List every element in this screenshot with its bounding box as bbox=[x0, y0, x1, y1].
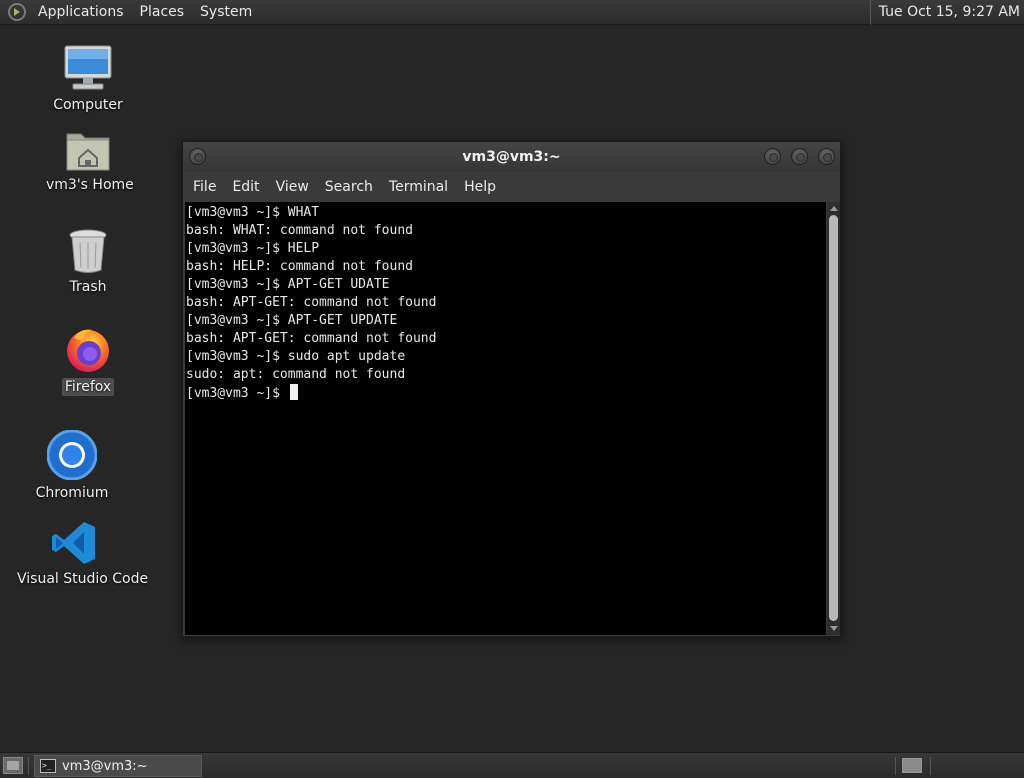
show-desktop-icon[interactable] bbox=[3, 757, 23, 774]
terminal-output[interactable]: [vm3@vm3 ~]$ WHAT bash: WHAT: command no… bbox=[185, 202, 826, 635]
terminal-scrollbar[interactable] bbox=[827, 202, 840, 635]
desktop-icon-vscode[interactable]: Visual Studio Code bbox=[14, 520, 148, 588]
menu-file[interactable]: File bbox=[185, 172, 224, 202]
computer-icon bbox=[63, 44, 113, 92]
terminal-line: [vm3@vm3 ~]$ sudo apt update bbox=[186, 349, 406, 364]
panel-divider bbox=[930, 757, 931, 775]
terminal-icon: >_ bbox=[40, 759, 56, 773]
menu-help[interactable]: Help bbox=[456, 172, 504, 202]
panel-divider bbox=[28, 757, 29, 775]
window-titlebar[interactable]: vm3@vm3:~ bbox=[183, 142, 840, 172]
vscode-icon bbox=[51, 520, 97, 566]
clock[interactable]: Tue Oct 15, 9:27 AM bbox=[869, 0, 1024, 25]
top-panel: Applications Places System Tue Oct 15, 9… bbox=[0, 0, 1024, 25]
top-menu: Applications Places System bbox=[0, 0, 260, 24]
chromium-icon bbox=[46, 429, 98, 481]
menu-system[interactable]: System bbox=[192, 0, 260, 25]
taskbar-window-button[interactable]: >_ vm3@vm3:~ bbox=[34, 755, 202, 777]
firefox-icon bbox=[64, 326, 112, 374]
menu-view[interactable]: View bbox=[268, 172, 317, 202]
desktop-icon-trash[interactable]: Trash bbox=[48, 228, 128, 296]
applications-logo-icon[interactable] bbox=[8, 3, 26, 21]
desktop-icon-chromium[interactable]: Chromium bbox=[32, 429, 112, 502]
desktop-icon-computer[interactable]: Computer bbox=[48, 44, 128, 114]
home-folder-icon bbox=[65, 128, 111, 172]
trash-icon bbox=[68, 228, 108, 274]
scrollbar-thumb[interactable] bbox=[829, 215, 838, 621]
menu-search[interactable]: Search bbox=[317, 172, 381, 202]
terminal-prompt-line[interactable]: [vm3@vm3 ~]$ bbox=[186, 384, 826, 402]
desktop-icon-label: Trash bbox=[69, 279, 107, 295]
terminal-line: bash: HELP: command not found bbox=[186, 259, 413, 274]
terminal-line: [vm3@vm3 ~]$ HELP bbox=[186, 241, 320, 256]
terminal-line: [vm3@vm3 ~]$ APT-GET UPDATE bbox=[186, 313, 398, 328]
desktop-icon-label: Computer bbox=[53, 97, 123, 113]
desktop-icon-home[interactable]: vm3's Home bbox=[43, 128, 134, 194]
desktop-icon-firefox[interactable]: Firefox bbox=[48, 326, 128, 396]
terminal-line: [vm3@vm3 ~]$ APT-GET UDATE bbox=[186, 277, 390, 292]
menu-places[interactable]: Places bbox=[132, 0, 193, 25]
terminal-line: [vm3@vm3 ~]$ WHAT bbox=[186, 205, 320, 220]
desktop-icon-label: Visual Studio Code bbox=[17, 571, 149, 587]
text-cursor bbox=[289, 384, 298, 400]
window-title: vm3@vm3:~ bbox=[462, 149, 561, 165]
taskbar-window-label: vm3@vm3:~ bbox=[62, 758, 148, 774]
terminal-menubar: File Edit View Search Terminal Help bbox=[183, 172, 840, 202]
maximize-button[interactable] bbox=[791, 148, 808, 165]
terminal-window: vm3@vm3:~ File Edit View Search Terminal… bbox=[182, 141, 841, 637]
minimize-button[interactable] bbox=[764, 148, 781, 165]
menu-edit[interactable]: Edit bbox=[224, 172, 267, 202]
menu-terminal[interactable]: Terminal bbox=[381, 172, 456, 202]
desktop-icon-label: Firefox bbox=[61, 378, 115, 396]
terminal-line: bash: APT-GET: command not found bbox=[186, 295, 437, 310]
menu-applications[interactable]: Applications bbox=[30, 0, 132, 25]
scroll-down-arrow-icon[interactable] bbox=[830, 626, 838, 631]
terminal-line: sudo: apt: command not found bbox=[186, 367, 406, 382]
panel-divider bbox=[895, 757, 896, 775]
terminal-line: bash: APT-GET: command not found bbox=[186, 331, 437, 346]
desktop-icon-label: Chromium bbox=[35, 485, 109, 501]
workspace-switcher[interactable] bbox=[902, 758, 922, 773]
bottom-panel: >_ vm3@vm3:~ bbox=[0, 752, 1024, 778]
desktop-icon-label: vm3's Home bbox=[46, 177, 134, 193]
close-button[interactable] bbox=[818, 148, 835, 165]
terminal-line: bash: WHAT: command not found bbox=[186, 223, 413, 238]
scroll-up-arrow-icon[interactable] bbox=[830, 206, 838, 211]
terminal-prompt: [vm3@vm3 ~]$ bbox=[186, 386, 288, 401]
